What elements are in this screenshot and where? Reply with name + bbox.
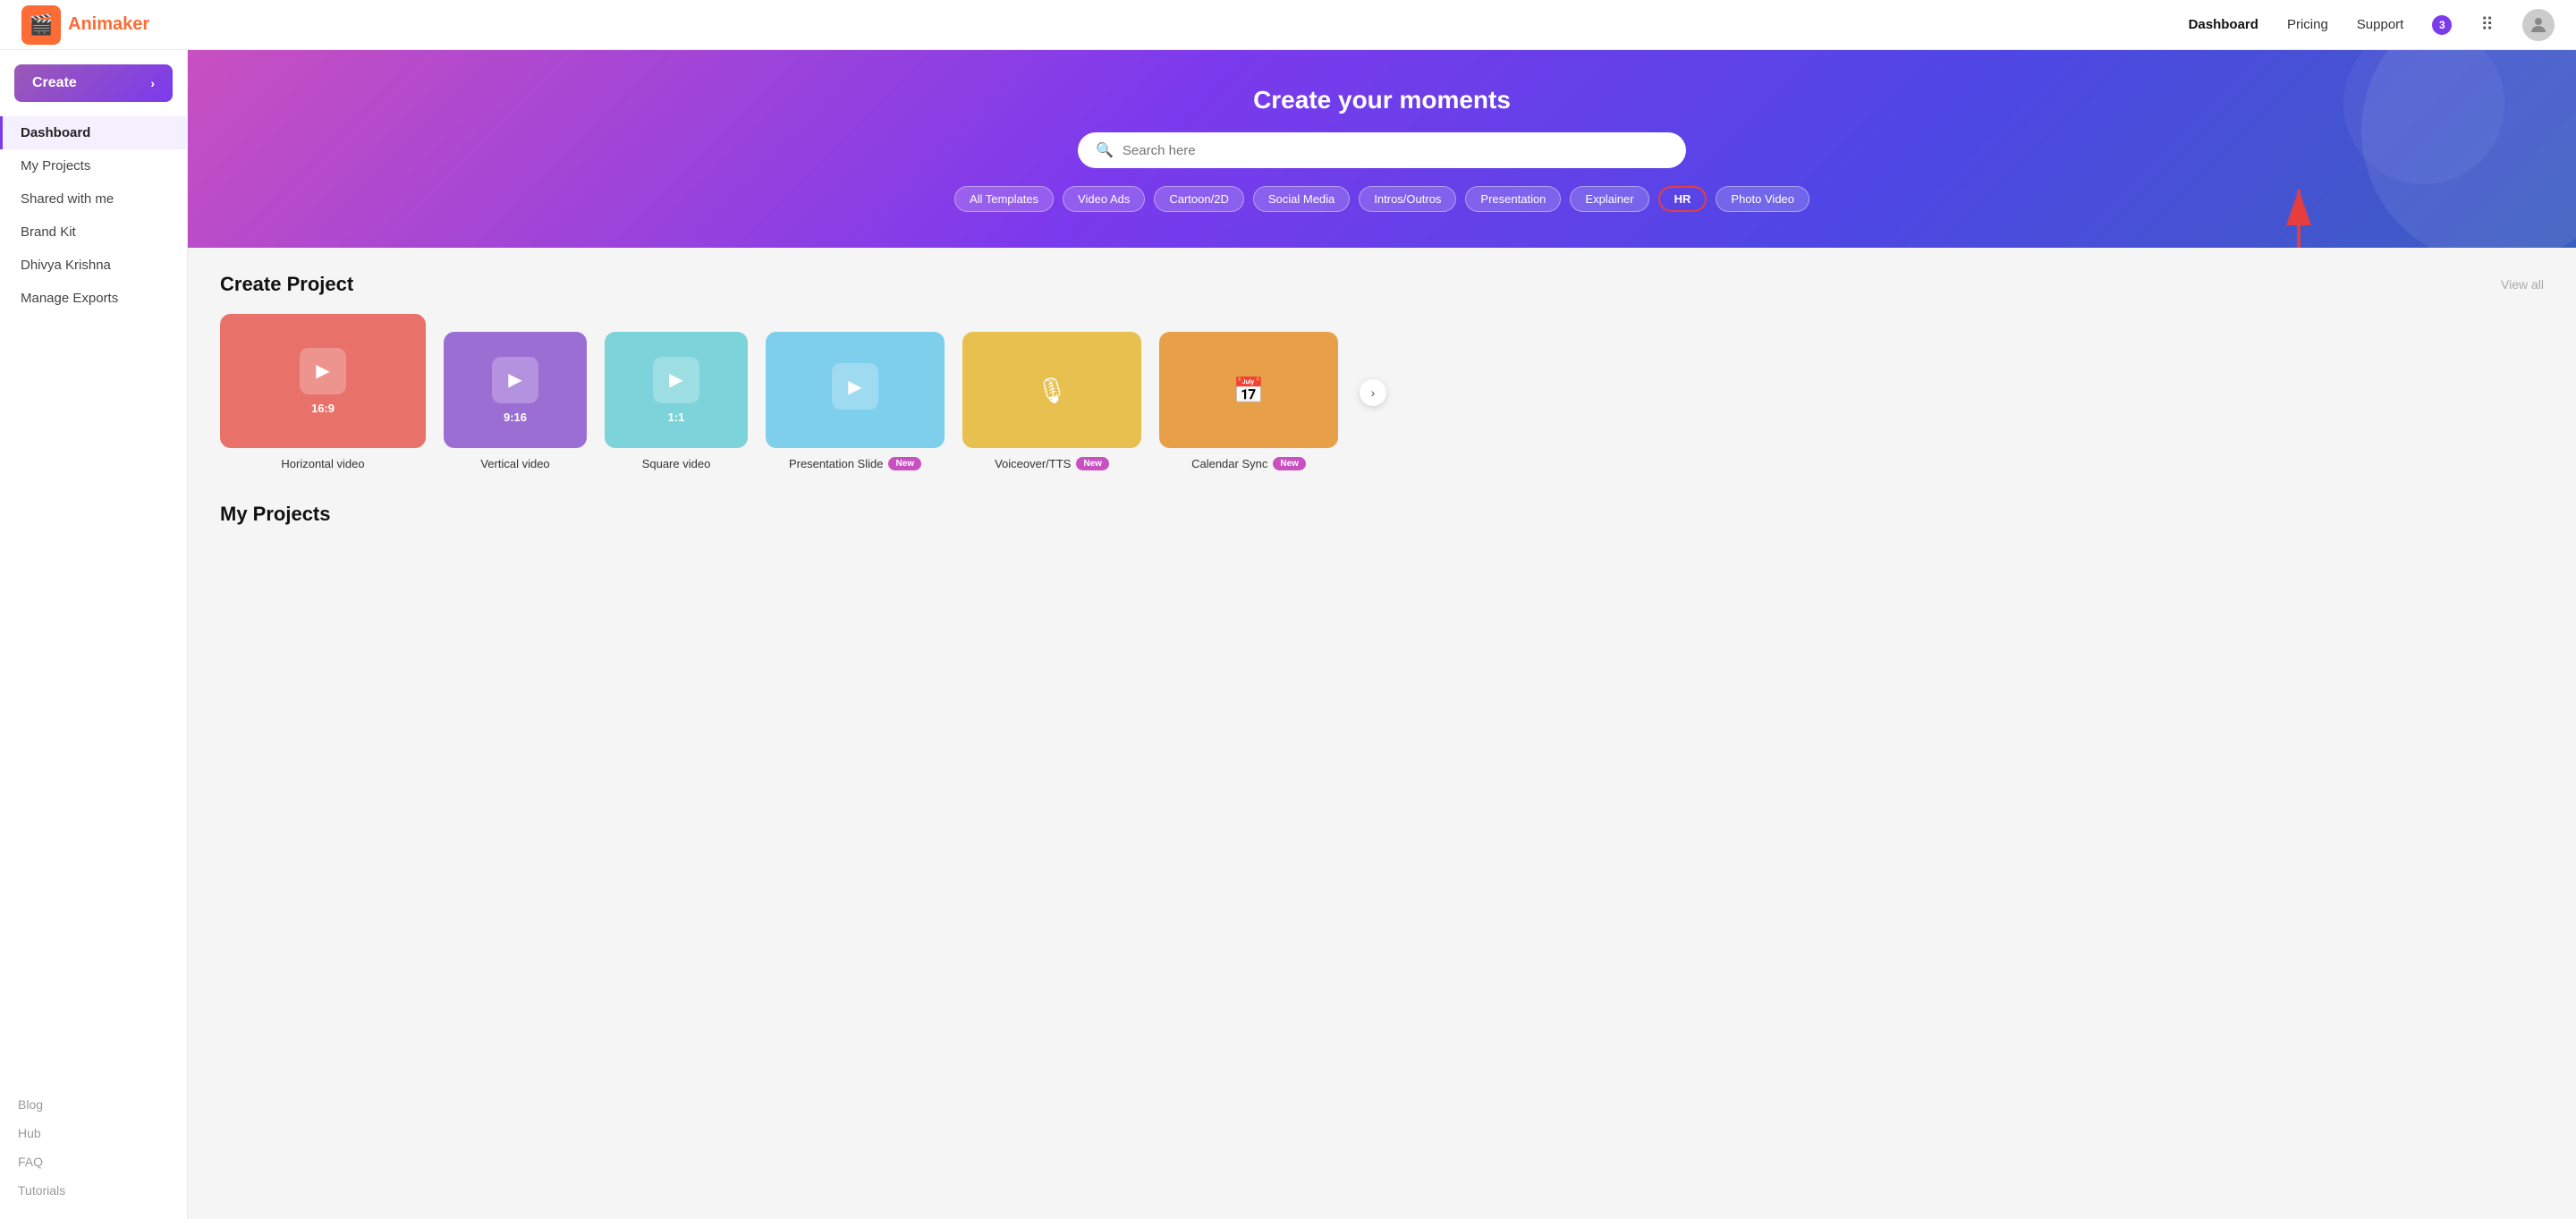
- layout: Create › Dashboard My Projects Shared wi…: [0, 50, 2576, 1219]
- card-thumb-voiceover[interactable]: 🎙: [962, 332, 1141, 448]
- sidebar: Create › Dashboard My Projects Shared wi…: [0, 50, 188, 1219]
- avatar[interactable]: [2522, 9, 2555, 41]
- create-button[interactable]: Create ›: [14, 64, 173, 102]
- sidebar-footer-blog[interactable]: Blog: [0, 1090, 187, 1119]
- logo-text: Animaker: [68, 14, 149, 35]
- notification-badge[interactable]: 3: [2432, 15, 2452, 35]
- new-badge-voiceover: New: [1076, 457, 1109, 470]
- tag-intros-outros[interactable]: Intros/Outros: [1359, 186, 1456, 212]
- sidebar-footer-hub[interactable]: Hub: [0, 1119, 187, 1147]
- ratio-label-square: 1:1: [668, 411, 685, 424]
- nav-pricing[interactable]: Pricing: [2287, 17, 2328, 32]
- sidebar-item-shared-with-me[interactable]: Shared with me: [0, 182, 187, 216]
- sidebar-footer-tutorials[interactable]: Tutorials: [0, 1176, 187, 1205]
- my-projects-section: My Projects: [220, 503, 2544, 526]
- my-projects-title: My Projects: [220, 503, 2544, 526]
- logo-icon[interactable]: 🎬: [21, 5, 61, 45]
- main-content: Create your moments 🔍 All Templates Vide…: [188, 50, 2576, 1219]
- sidebar-item-my-projects[interactable]: My Projects: [0, 149, 187, 182]
- template-tags: All Templates Video Ads Cartoon/2D Socia…: [954, 186, 1809, 212]
- card-label-horizontal: Horizontal video: [281, 457, 364, 470]
- logo-area: 🎬 Animaker: [21, 5, 2189, 45]
- tag-all-templates[interactable]: All Templates: [954, 186, 1054, 212]
- card-vertical-video[interactable]: ▶ 9:16 Vertical video: [444, 332, 587, 470]
- card-label-calendar: Calendar Sync New: [1191, 457, 1306, 470]
- card-thumb-calendar[interactable]: 📅: [1159, 332, 1338, 448]
- sidebar-footer-faq[interactable]: FAQ: [0, 1147, 187, 1176]
- card-thumb-vertical[interactable]: ▶ 9:16: [444, 332, 587, 448]
- new-badge-calendar: New: [1273, 457, 1306, 470]
- play-icon-wrap-s: ▶: [653, 357, 699, 403]
- card-label-voiceover: Voiceover/TTS New: [995, 457, 1109, 470]
- search-bar: 🔍: [1078, 132, 1686, 168]
- search-input[interactable]: [1123, 143, 1668, 158]
- sidebar-item-dhivya-krishna[interactable]: Dhivya Krishna: [0, 249, 187, 282]
- sidebar-item-brand-kit[interactable]: Brand Kit: [0, 216, 187, 249]
- chevron-right-icon: ›: [150, 76, 155, 90]
- content-area: Create Project View all ▶ 16:9 Horizonta…: [188, 248, 2576, 565]
- hero-title: Create your moments: [1253, 86, 1511, 114]
- ratio-label-horizontal: 16:9: [311, 402, 335, 415]
- play-icon-wrap: ▶: [300, 348, 346, 394]
- card-square-video[interactable]: ▶ 1:1 Square video: [605, 332, 748, 470]
- sidebar-item-dashboard[interactable]: Dashboard: [0, 116, 187, 149]
- tag-explainer[interactable]: Explainer: [1570, 186, 1648, 212]
- play-icon-wrap-v: ▶: [492, 357, 538, 403]
- tag-cartoon-2d[interactable]: Cartoon/2D: [1154, 186, 1243, 212]
- play-icon-s: ▶: [669, 368, 682, 391]
- calendar-icon: 📅: [1233, 376, 1265, 405]
- tag-photo-video[interactable]: Photo Video: [1716, 186, 1809, 212]
- card-label-presentation: Presentation Slide New: [789, 457, 921, 470]
- card-presentation[interactable]: ▶ Presentation Slide New: [766, 332, 945, 470]
- card-thumb-horizontal[interactable]: ▶ 16:9: [220, 314, 426, 448]
- ratio-label-vertical: 9:16: [504, 411, 527, 424]
- create-project-header: Create Project View all: [220, 273, 2544, 296]
- wave-icon: 🎙: [1036, 376, 1068, 405]
- project-cards-row: ▶ 16:9 Horizontal video ▶ 9:16 Vertical …: [220, 314, 2544, 470]
- grid-icon[interactable]: ⠿: [2480, 13, 2494, 36]
- nav-support[interactable]: Support: [2357, 17, 2404, 32]
- play-icon-wrap-p: ▶: [832, 363, 878, 410]
- topnav: 🎬 Animaker Dashboard Pricing Support 3 ⠿: [0, 0, 2576, 50]
- play-icon: ▶: [316, 360, 329, 382]
- tag-video-ads[interactable]: Video Ads: [1063, 186, 1145, 212]
- card-thumb-square[interactable]: ▶ 1:1: [605, 332, 748, 448]
- card-voiceover[interactable]: 🎙 Voiceover/TTS New: [962, 332, 1141, 470]
- card-thumb-presentation[interactable]: ▶: [766, 332, 945, 448]
- nav-dashboard[interactable]: Dashboard: [2189, 17, 2258, 32]
- create-project-title: Create Project: [220, 273, 353, 296]
- card-horizontal-video[interactable]: ▶ 16:9 Horizontal video: [220, 314, 426, 470]
- sidebar-item-manage-exports[interactable]: Manage Exports: [0, 282, 187, 315]
- card-calendar[interactable]: 📅 Calendar Sync New: [1159, 332, 1338, 470]
- arrow-annotation: [2272, 181, 2326, 248]
- play-icon-p: ▶: [848, 376, 861, 398]
- tag-presentation[interactable]: Presentation: [1465, 186, 1561, 212]
- sidebar-nav: Dashboard My Projects Shared with me Bra…: [0, 116, 187, 604]
- next-arrow-button[interactable]: ›: [1360, 379, 1386, 406]
- play-icon-v: ▶: [508, 368, 521, 391]
- view-all-link[interactable]: View all: [2501, 277, 2544, 292]
- hero-banner: Create your moments 🔍 All Templates Vide…: [188, 50, 2576, 248]
- card-label-square: Square video: [642, 457, 711, 470]
- sidebar-footer: Blog Hub FAQ Tutorials: [0, 1090, 187, 1205]
- card-label-vertical: Vertical video: [480, 457, 549, 470]
- tag-social-media[interactable]: Social Media: [1253, 186, 1350, 212]
- tag-hr[interactable]: HR: [1658, 186, 1707, 212]
- topnav-links: Dashboard Pricing Support 3 ⠿: [2189, 9, 2555, 41]
- new-badge-presentation: New: [888, 457, 921, 470]
- search-icon: 🔍: [1096, 141, 1114, 159]
